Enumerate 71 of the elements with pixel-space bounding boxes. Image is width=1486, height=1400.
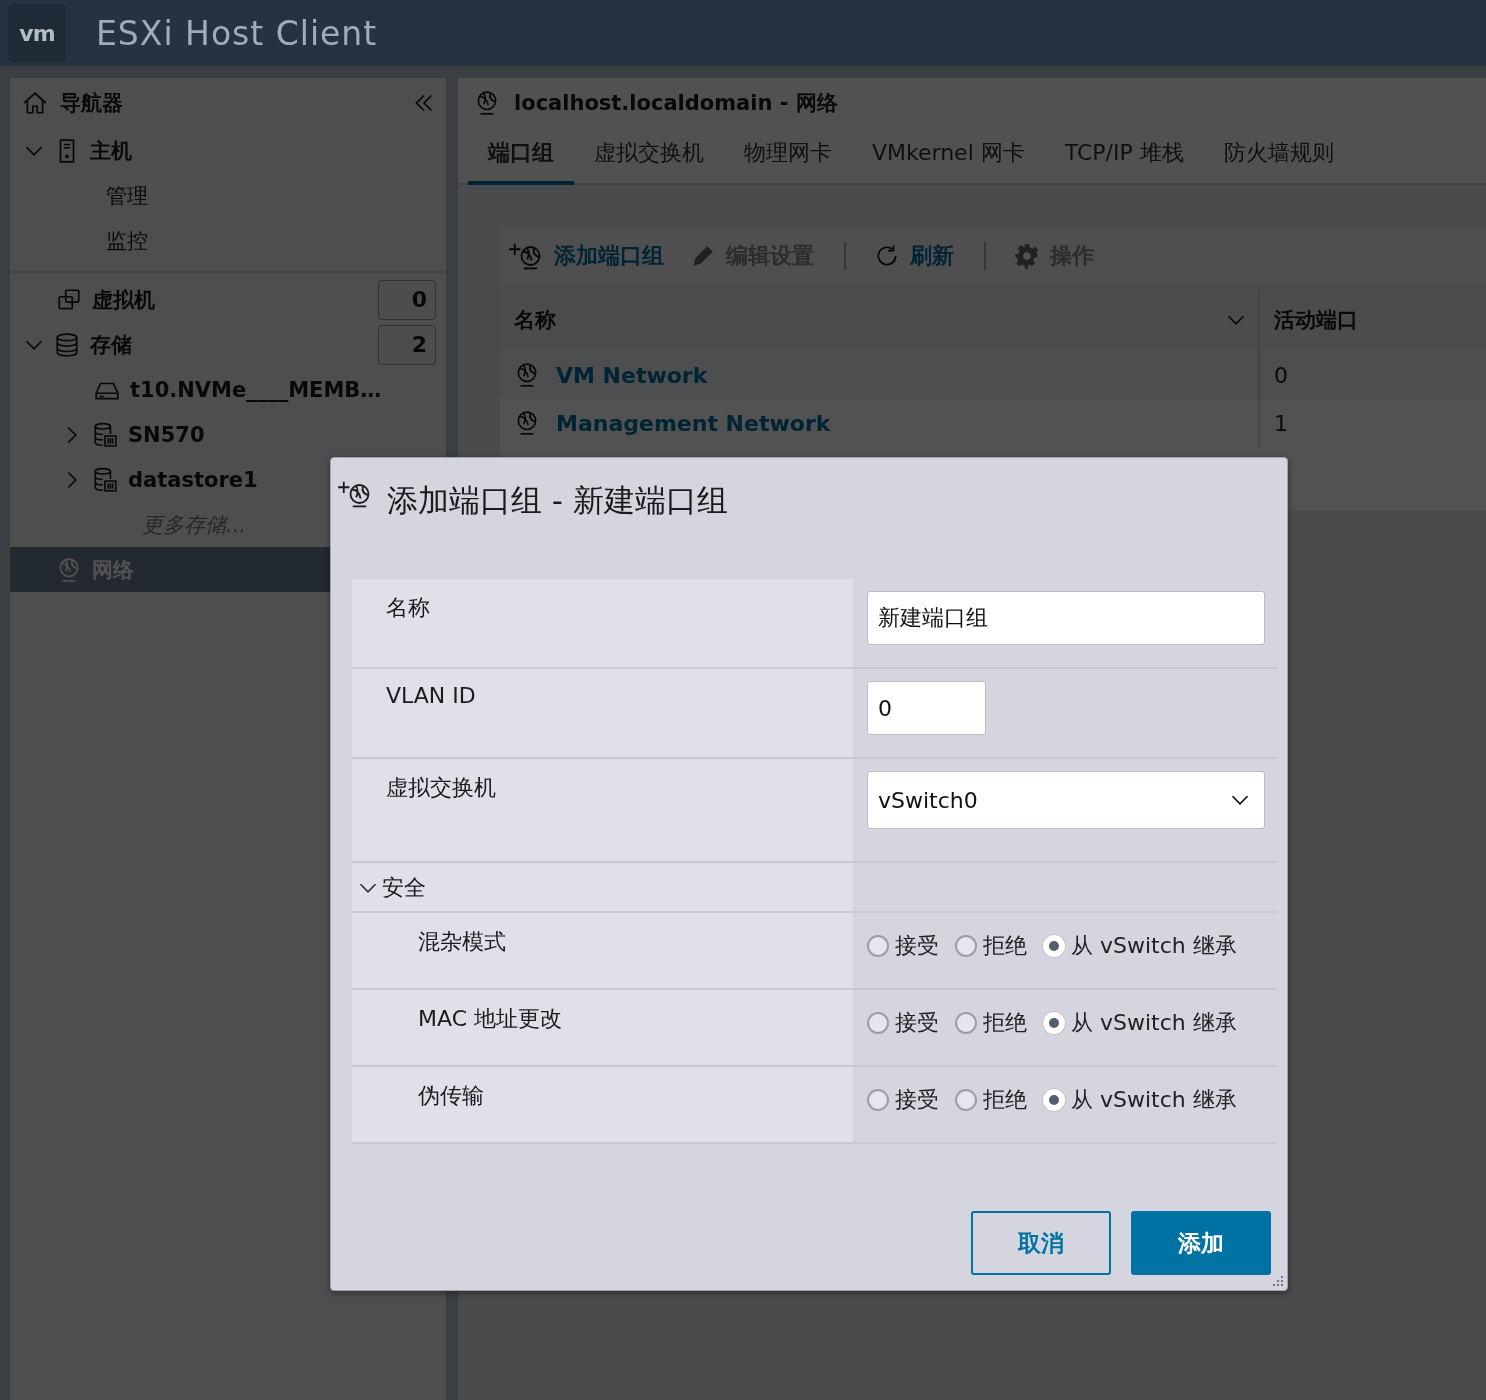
nav-row[interactable]: SN570	[10, 412, 446, 457]
radio-icon[interactable]	[867, 1012, 889, 1034]
cancel-button[interactable]: 取消	[971, 1211, 1111, 1275]
nav-item[interactable]: 监控	[106, 226, 148, 255]
toolbar-button[interactable]: 刷新	[874, 241, 968, 271]
nav-item[interactable]: 虚拟机	[92, 285, 155, 314]
column-header[interactable]: 活动端口	[1274, 306, 1358, 334]
radio-option[interactable]: 拒绝	[955, 1085, 1027, 1115]
radio-option[interactable]: 拒绝	[955, 931, 1027, 961]
page-title: localhost.localdomain - 网络	[514, 90, 838, 117]
radio-option[interactable]: 接受	[867, 931, 939, 961]
tab[interactable]: 虚拟交换机	[574, 128, 724, 185]
port-group-link[interactable]: VM Network	[556, 362, 708, 388]
datastore-icon	[92, 466, 118, 493]
nav-row[interactable]: 存储 2	[10, 322, 446, 367]
field-label: 混杂模式	[418, 929, 506, 954]
app-title: ESXi Host Client	[96, 13, 378, 53]
nav-row[interactable]: 主机	[10, 128, 446, 173]
radio-option[interactable]: 拒绝	[955, 1008, 1027, 1038]
tab[interactable]: VMkernel 网卡	[852, 128, 1045, 185]
home-icon	[22, 90, 48, 116]
toolbar-button[interactable]: 添加端口组	[508, 241, 678, 271]
port-group-link[interactable]: Management Network	[556, 410, 831, 436]
nav-item[interactable]: SN570	[128, 422, 205, 447]
virtual-machine-icon	[56, 286, 82, 313]
database-icon	[54, 331, 80, 358]
tab[interactable]: 防火墙规则	[1203, 128, 1354, 185]
radio-option[interactable]: 接受	[867, 1008, 939, 1038]
add-button[interactable]: 添加	[1131, 1211, 1271, 1275]
radio-icon[interactable]	[867, 935, 889, 957]
nav-row[interactable]: t10.NVMe____MEMB…	[10, 367, 446, 412]
name-field[interactable]: 新建端口组	[867, 591, 1265, 645]
section-label[interactable]: 安全	[382, 873, 426, 903]
nav-row[interactable]: 监控	[10, 218, 446, 263]
tab[interactable]: TCP/IP 堆栈	[1044, 128, 1204, 185]
field-label: 名称	[386, 595, 430, 620]
radio-icon[interactable]	[955, 1012, 977, 1034]
resize-grip-icon[interactable]	[1272, 1275, 1284, 1287]
field-label: MAC 地址更改	[418, 1006, 562, 1031]
gear-icon	[1014, 243, 1040, 269]
tab[interactable]: 物理网卡	[724, 128, 852, 185]
radio-icon[interactable]	[867, 1089, 889, 1111]
logo: vm	[8, 4, 66, 62]
count-badge: 2	[378, 324, 436, 365]
nav-item[interactable]: 存储	[90, 330, 132, 359]
collapse-icon[interactable]	[414, 93, 434, 113]
table-cell: 1	[1274, 410, 1288, 436]
vswitch-select[interactable]: vSwitch0	[867, 771, 1265, 829]
nav-item[interactable]: 主机	[90, 136, 132, 165]
field-label: 伪传输	[418, 1083, 484, 1108]
field-label: VLAN ID	[386, 683, 476, 708]
nav-row[interactable]: 虚拟机 0	[10, 277, 446, 322]
vlan-id-field[interactable]: 0	[867, 681, 986, 735]
column-header[interactable]: 名称	[514, 306, 556, 334]
field-label: 虚拟交换机	[386, 775, 496, 800]
pencil-icon	[690, 243, 716, 269]
datastore-icon	[92, 421, 118, 448]
radio-option[interactable]: 从 vSwitch 继承	[1043, 1085, 1237, 1115]
dialog-title: 添加端口组 - 新建端口组	[387, 481, 728, 520]
table-cell: 0	[1274, 362, 1288, 388]
radio-icon[interactable]	[955, 935, 977, 957]
radio-option[interactable]: 从 vSwitch 继承	[1043, 1008, 1237, 1038]
navigator-title: 导航器	[60, 90, 124, 117]
radio-option[interactable]: 接受	[867, 1085, 939, 1115]
count-badge: 0	[378, 279, 436, 320]
nav-row[interactable]: 管理	[10, 173, 446, 218]
radio-icon[interactable]	[955, 1089, 977, 1111]
radio-option[interactable]: 从 vSwitch 继承	[1043, 931, 1237, 961]
nav-item[interactable]: datastore1	[128, 467, 258, 492]
nav-item[interactable]: 管理	[106, 181, 148, 210]
nav-item[interactable]: t10.NVMe____MEMB…	[130, 377, 382, 402]
